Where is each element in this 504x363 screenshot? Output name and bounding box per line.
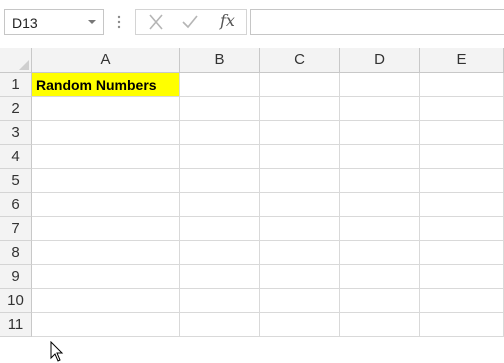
cell-d1[interactable] — [340, 73, 420, 97]
cell-e3[interactable] — [420, 121, 504, 145]
cell-b9[interactable] — [180, 265, 260, 289]
cell-e4[interactable] — [420, 145, 504, 169]
cell-c11[interactable] — [260, 313, 340, 337]
cell-a9[interactable] — [32, 265, 180, 289]
row-header-2[interactable]: 2 — [0, 97, 32, 121]
row-header-9[interactable]: 9 — [0, 265, 32, 289]
more-options-icon[interactable] — [117, 14, 121, 30]
column-header-b[interactable]: B — [180, 48, 260, 73]
cell-d8[interactable] — [340, 241, 420, 265]
cell-a5[interactable] — [32, 169, 180, 193]
cell-c10[interactable] — [260, 289, 340, 313]
cell-d9[interactable] — [340, 265, 420, 289]
mouse-pointer-icon — [50, 341, 64, 362]
cell-a8[interactable] — [32, 241, 180, 265]
cell-d7[interactable] — [340, 217, 420, 241]
row-header-4[interactable]: 4 — [0, 145, 32, 169]
cell-d3[interactable] — [340, 121, 420, 145]
cell-b2[interactable] — [180, 97, 260, 121]
cell-b4[interactable] — [180, 145, 260, 169]
row-header-10[interactable]: 10 — [0, 289, 32, 313]
row-header-5[interactable]: 5 — [0, 169, 32, 193]
cell-a4[interactable] — [32, 145, 180, 169]
cell-a2[interactable] — [32, 97, 180, 121]
cell-a10[interactable] — [32, 289, 180, 313]
cell-b6[interactable] — [180, 193, 260, 217]
cell-c4[interactable] — [260, 145, 340, 169]
cell-e11[interactable] — [420, 313, 504, 337]
cell-b10[interactable] — [180, 289, 260, 313]
name-box[interactable]: D13 — [4, 9, 104, 35]
cell-c1[interactable] — [260, 73, 340, 97]
cell-b1[interactable] — [180, 73, 260, 97]
cell-d5[interactable] — [340, 169, 420, 193]
chevron-down-icon[interactable] — [86, 16, 98, 28]
formula-input[interactable] — [250, 9, 504, 35]
row-header-3[interactable]: 3 — [0, 121, 32, 145]
cell-b7[interactable] — [180, 217, 260, 241]
cell-b8[interactable] — [180, 241, 260, 265]
cell-e9[interactable] — [420, 265, 504, 289]
cell-d11[interactable] — [340, 313, 420, 337]
cell-b3[interactable] — [180, 121, 260, 145]
cell-c5[interactable] — [260, 169, 340, 193]
cell-c3[interactable] — [260, 121, 340, 145]
cell-e1[interactable] — [420, 73, 504, 97]
column-header-d[interactable]: D — [340, 48, 420, 73]
cell-d4[interactable] — [340, 145, 420, 169]
cell-e8[interactable] — [420, 241, 504, 265]
column-header-e[interactable]: E — [420, 48, 504, 73]
spreadsheet-grid: A B C D E 1 Random Numbers 2 3 4 5 6 7 8 9 10 11 — [0, 48, 504, 362]
cell-c9[interactable] — [260, 265, 340, 289]
cell-c2[interactable] — [260, 97, 340, 121]
cell-a3[interactable] — [32, 121, 180, 145]
insert-function-button[interactable]: fx — [220, 11, 235, 30]
cell-c6[interactable] — [260, 193, 340, 217]
cell-d6[interactable] — [340, 193, 420, 217]
checkmark-icon[interactable] — [180, 13, 200, 31]
cell-a1[interactable]: Random Numbers — [32, 73, 180, 97]
column-header-a[interactable]: A — [32, 48, 180, 73]
cell-b11[interactable] — [180, 313, 260, 337]
cell-a7[interactable] — [32, 217, 180, 241]
select-all-icon — [19, 60, 29, 70]
row-header-11[interactable]: 11 — [0, 313, 32, 337]
cell-e5[interactable] — [420, 169, 504, 193]
cell-e6[interactable] — [420, 193, 504, 217]
cell-a6[interactable] — [32, 193, 180, 217]
formula-bar: D13 fx — [0, 0, 504, 46]
close-icon[interactable] — [146, 13, 166, 31]
cell-a11[interactable] — [32, 313, 180, 337]
cell-d2[interactable] — [340, 97, 420, 121]
cell-c7[interactable] — [260, 217, 340, 241]
cell-b5[interactable] — [180, 169, 260, 193]
cell-c8[interactable] — [260, 241, 340, 265]
cell-e7[interactable] — [420, 217, 504, 241]
cell-e2[interactable] — [420, 97, 504, 121]
name-box-value: D13 — [12, 15, 38, 31]
cell-d10[interactable] — [340, 289, 420, 313]
row-header-1[interactable]: 1 — [0, 73, 32, 97]
formula-buttons: fx — [135, 9, 247, 35]
cell-e10[interactable] — [420, 289, 504, 313]
row-header-7[interactable]: 7 — [0, 217, 32, 241]
column-header-c[interactable]: C — [260, 48, 340, 73]
row-header-6[interactable]: 6 — [0, 193, 32, 217]
cell-a1-text: Random Numbers — [36, 77, 157, 93]
row-header-8[interactable]: 8 — [0, 241, 32, 265]
select-all-corner[interactable] — [0, 48, 32, 73]
